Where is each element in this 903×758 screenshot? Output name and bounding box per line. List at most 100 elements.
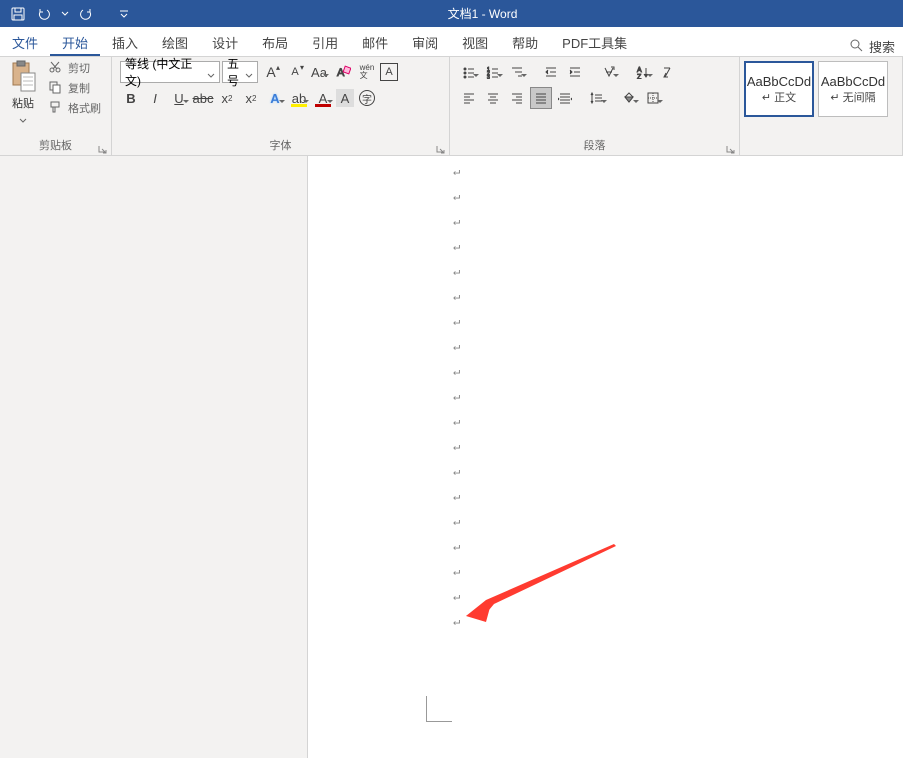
- quick-access-toolbar: [0, 4, 142, 24]
- qat-customize-icon[interactable]: [114, 4, 134, 24]
- tab-review[interactable]: 审阅: [400, 27, 450, 56]
- shading-button[interactable]: [618, 87, 640, 109]
- asian-layout-button[interactable]: [598, 61, 620, 83]
- tab-view[interactable]: 视图: [450, 27, 500, 56]
- clipboard-dialog-launcher[interactable]: [97, 141, 109, 153]
- document-area[interactable]: ↵↵↵↵↵↵ ↵↵↵↵↵↵ ↵↵↵↵↵↵↵: [308, 156, 903, 758]
- font-color-button[interactable]: A: [312, 87, 334, 109]
- style-sample: AaBbCcDd: [747, 74, 811, 89]
- style-name: ↵ 正文: [762, 89, 796, 105]
- text-effects-button[interactable]: A: [264, 87, 286, 109]
- tab-pdf-tools[interactable]: PDF工具集: [550, 27, 639, 56]
- tab-references[interactable]: 引用: [300, 27, 350, 56]
- search-icon: [849, 38, 863, 55]
- align-right-button[interactable]: [506, 87, 528, 109]
- style-no-spacing[interactable]: AaBbCcDd ↵ 无间隔: [818, 61, 888, 117]
- paste-label: 粘贴: [12, 95, 34, 111]
- tab-help[interactable]: 帮助: [500, 27, 550, 56]
- tab-file[interactable]: 文件: [0, 27, 50, 56]
- enclose-characters-button[interactable]: 字: [356, 87, 378, 109]
- format-painter-label: 格式刷: [68, 100, 101, 116]
- style-normal[interactable]: AaBbCcDd ↵ 正文: [744, 61, 814, 117]
- line-spacing-button[interactable]: [586, 87, 608, 109]
- superscript-button[interactable]: x2: [240, 87, 262, 109]
- style-name: ↵ 无间隔: [830, 89, 875, 105]
- font-size-combo[interactable]: 五号: [222, 61, 258, 83]
- phonetic-guide-button[interactable]: wén文: [356, 61, 378, 83]
- grow-font-button[interactable]: A▴: [260, 61, 282, 83]
- align-distributed-button[interactable]: [554, 87, 576, 109]
- paragraph-marks: ↵↵↵↵↵↵ ↵↵↵↵↵↵ ↵↵↵↵↵↵↵: [453, 164, 460, 628]
- chevron-down-icon: [245, 68, 253, 76]
- bullets-button[interactable]: [458, 61, 480, 83]
- ribbon: 粘贴 剪切 复制 格式刷 剪贴板: [0, 57, 903, 156]
- borders-button[interactable]: [642, 87, 664, 109]
- redo-icon[interactable]: [76, 4, 96, 24]
- decrease-indent-button[interactable]: [540, 61, 562, 83]
- underline-button[interactable]: U: [168, 87, 190, 109]
- search-box[interactable]: 搜索: [849, 37, 903, 56]
- undo-icon[interactable]: [34, 4, 54, 24]
- group-clipboard: 粘贴 剪切 复制 格式刷 剪贴板: [0, 57, 112, 155]
- align-justify-button[interactable]: [530, 87, 552, 109]
- save-icon[interactable]: [8, 4, 28, 24]
- tab-draw[interactable]: 绘图: [150, 27, 200, 56]
- clipboard-group-label: 剪贴板: [4, 135, 107, 155]
- style-sample: AaBbCcDd: [821, 74, 885, 89]
- align-center-button[interactable]: [482, 87, 504, 109]
- ribbon-tabs: 文件 开始 插入 绘图 设计 布局 引用 邮件 审阅 视图 帮助 PDF工具集 …: [0, 27, 903, 57]
- highlight-button[interactable]: ab: [288, 87, 310, 109]
- bold-button[interactable]: B: [120, 87, 142, 109]
- italic-button[interactable]: I: [144, 87, 166, 109]
- increase-indent-button[interactable]: [564, 61, 586, 83]
- page-margin-corner: [426, 696, 452, 722]
- copy-icon: [48, 80, 64, 96]
- search-label: 搜索: [869, 37, 895, 56]
- clipboard-icon: [7, 59, 39, 95]
- workspace: ↵↵↵↵↵↵ ↵↵↵↵↵↵ ↵↵↵↵↵↵↵: [0, 156, 903, 758]
- document-page[interactable]: ↵↵↵↵↵↵ ↵↵↵↵↵↵ ↵↵↵↵↵↵↵: [308, 156, 903, 758]
- tab-insert[interactable]: 插入: [100, 27, 150, 56]
- subscript-button[interactable]: x2: [216, 87, 238, 109]
- navigation-pane[interactable]: [0, 156, 308, 758]
- show-marks-button[interactable]: [656, 61, 678, 83]
- font-name-combo[interactable]: 等线 (中文正文): [120, 61, 220, 83]
- title-bar: 文档1 - Word: [0, 0, 903, 27]
- change-case-button[interactable]: Aa: [308, 61, 330, 83]
- font-dialog-launcher[interactable]: [435, 141, 447, 153]
- chevron-down-icon: [19, 111, 27, 119]
- clear-formatting-button[interactable]: A: [332, 61, 354, 83]
- font-group-label: 字体: [116, 135, 445, 155]
- paragraph-dialog-launcher[interactable]: [725, 141, 737, 153]
- multilevel-list-button[interactable]: [506, 61, 528, 83]
- character-border-button[interactable]: A: [380, 63, 398, 81]
- paintbrush-icon: [48, 100, 64, 116]
- copy-button[interactable]: 复制: [46, 79, 103, 97]
- annotation-arrow: [466, 544, 626, 624]
- font-size-value: 五号: [227, 55, 245, 89]
- chevron-down-icon: [207, 68, 215, 76]
- tab-design[interactable]: 设计: [200, 27, 250, 56]
- sort-button[interactable]: AZ: [632, 61, 654, 83]
- group-font: 等线 (中文正文) 五号 A▴ A▾ Aa A wén文 A B I U abc: [112, 57, 450, 155]
- tab-layout[interactable]: 布局: [250, 27, 300, 56]
- paragraph-group-label: 段落: [454, 135, 735, 155]
- copy-label: 复制: [68, 80, 90, 96]
- cut-button[interactable]: 剪切: [46, 59, 103, 77]
- svg-text:3: 3: [487, 75, 490, 79]
- strikethrough-button[interactable]: abc: [192, 87, 214, 109]
- align-left-button[interactable]: [458, 87, 480, 109]
- svg-text:Z: Z: [637, 74, 642, 79]
- format-painter-button[interactable]: 格式刷: [46, 99, 103, 117]
- undo-dropdown-icon[interactable]: [60, 4, 70, 24]
- tab-home[interactable]: 开始: [50, 27, 100, 56]
- svg-text:A: A: [637, 67, 642, 74]
- tab-mailings[interactable]: 邮件: [350, 27, 400, 56]
- group-paragraph: 123 AZ: [450, 57, 740, 155]
- group-styles: AaBbCcDd ↵ 正文 AaBbCcDd ↵ 无间隔: [740, 57, 903, 155]
- character-shading-button[interactable]: A: [336, 89, 354, 107]
- paste-button[interactable]: 粘贴: [4, 59, 42, 119]
- numbering-button[interactable]: 123: [482, 61, 504, 83]
- shrink-font-button[interactable]: A▾: [284, 61, 306, 83]
- window-title: 文档1 - Word: [142, 5, 903, 22]
